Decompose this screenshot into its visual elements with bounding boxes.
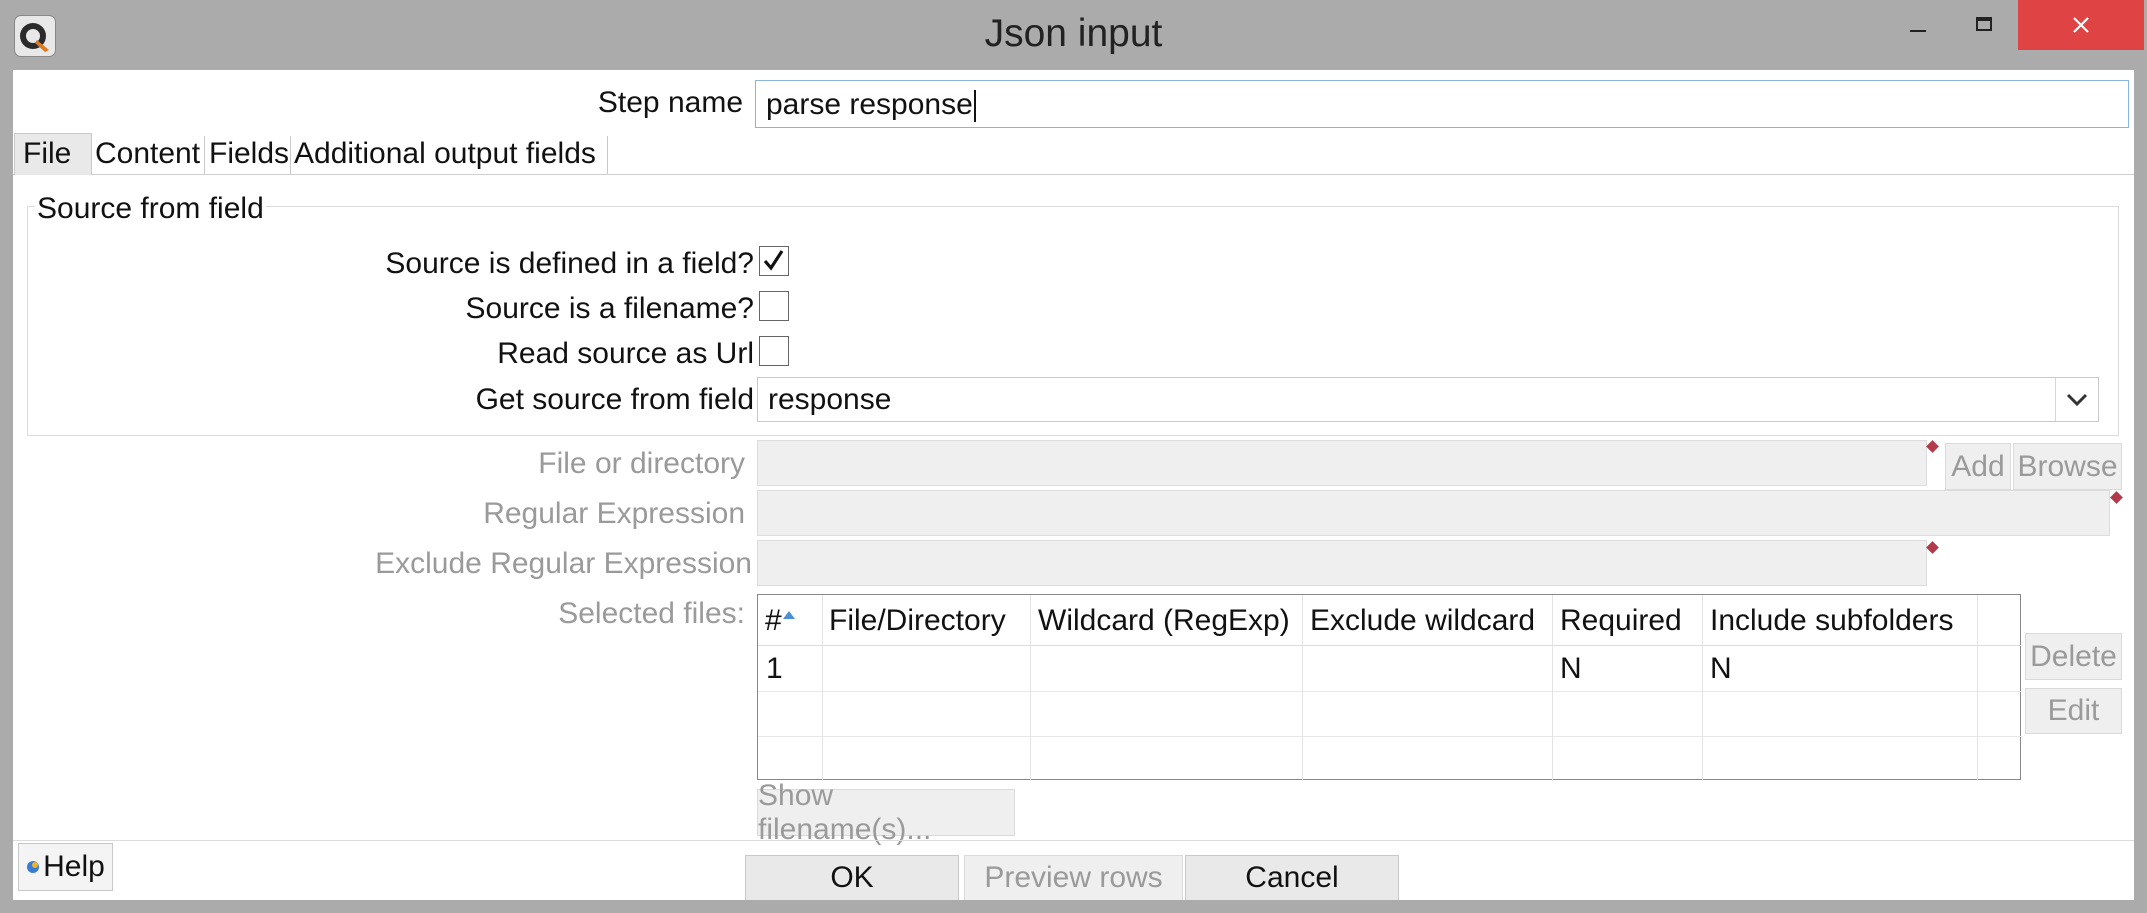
- delete-button[interactable]: Delete: [2025, 633, 2122, 680]
- table-cell-required[interactable]: N: [1560, 652, 1582, 686]
- browse-button[interactable]: Browse: [2013, 443, 2122, 490]
- cancel-button-label: Cancel: [1245, 861, 1339, 894]
- column-header-exclude-wildcard[interactable]: Exclude wildcard: [1310, 595, 1535, 645]
- get-source-field-label: Get source from field: [475, 383, 754, 416]
- add-button[interactable]: Add: [1945, 443, 2011, 490]
- file-or-directory-input[interactable]: [757, 440, 1927, 486]
- ok-button-label: OK: [830, 861, 874, 894]
- delete-button-label: Delete: [2030, 639, 2117, 673]
- tab-fields-label: Fields: [209, 137, 290, 170]
- edit-button[interactable]: Edit: [2025, 688, 2122, 734]
- read-as-url-label: Read source as Url: [497, 337, 754, 370]
- edit-button-label: Edit: [2047, 694, 2100, 727]
- column-divider: [1302, 595, 1303, 781]
- regex-input[interactable]: [757, 490, 2110, 536]
- tab-divider: [290, 136, 291, 174]
- window-title: Json input: [984, 12, 1163, 55]
- tab-content-label: Content: [95, 137, 201, 170]
- step-name-label: Step name: [597, 86, 743, 119]
- preview-rows-button[interactable]: Preview rows: [964, 855, 1183, 901]
- sort-ascending-icon: [783, 611, 795, 619]
- help-button[interactable]: Help: [18, 843, 113, 891]
- column-divider: [1552, 595, 1553, 781]
- help-button-label: Help: [43, 850, 105, 883]
- column-header-required[interactable]: Required: [1560, 595, 1682, 645]
- exclude-regex-input[interactable]: [757, 540, 1927, 586]
- show-filenames-label: Show filename(s)...: [758, 778, 932, 846]
- column-header-number[interactable]: #: [765, 595, 795, 645]
- column-divider: [1030, 595, 1031, 781]
- selected-files-table[interactable]: # File/Directory Wildcard (RegExp) Exclu…: [757, 594, 2022, 781]
- table-row-number[interactable]: 1: [766, 652, 783, 686]
- header-divider: [758, 645, 2022, 646]
- chevron-down-icon[interactable]: [2055, 378, 2098, 421]
- source-group-title: Source from field: [35, 192, 266, 226]
- source-is-filename-label: Source is a filename?: [465, 292, 755, 325]
- tab-content[interactable]: Content: [95, 133, 205, 179]
- text-cursor: [973, 90, 976, 123]
- column-header-file-directory[interactable]: File/Directory: [829, 595, 1006, 645]
- source-in-field-label: Source is defined in a field?: [385, 247, 754, 280]
- minimize-icon[interactable]: [1886, 0, 1950, 50]
- maximize-icon[interactable]: [1952, 0, 2016, 50]
- preview-rows-label: Preview rows: [984, 861, 1163, 894]
- step-name-input[interactable]: parse response: [755, 80, 2129, 128]
- ok-button[interactable]: OK: [745, 855, 959, 901]
- tab-additional-output-fields[interactable]: Additional output fields: [294, 133, 610, 179]
- tab-divider: [607, 136, 608, 174]
- get-source-field-select[interactable]: response: [757, 377, 2099, 422]
- column-divider: [1977, 595, 1978, 781]
- footer-divider: [13, 840, 2134, 841]
- step-name-value: parse response: [766, 88, 973, 121]
- get-source-field-value: response: [768, 383, 892, 416]
- file-or-directory-label: File or directory: [538, 447, 745, 480]
- exclude-regex-label: Exclude Regular Expression: [375, 547, 752, 580]
- tab-divider: [204, 136, 205, 174]
- tab-file[interactable]: File: [14, 133, 92, 175]
- add-button-label: Add: [1951, 449, 2005, 483]
- help-icon: [27, 861, 40, 873]
- selected-files-label: Selected files:: [558, 597, 745, 630]
- column-header-number-label: #: [765, 604, 782, 637]
- row-divider: [758, 691, 2022, 692]
- column-divider: [822, 595, 823, 781]
- cancel-button[interactable]: Cancel: [1185, 855, 1399, 901]
- regex-label: Regular Expression: [483, 497, 745, 530]
- checkmark-icon: [763, 250, 784, 271]
- tab-fields[interactable]: Fields: [209, 133, 293, 179]
- tab-file-label: File: [23, 137, 72, 170]
- window-frame-bottom: [0, 900, 2147, 913]
- close-icon[interactable]: [2018, 0, 2144, 50]
- read-as-url-checkbox[interactable]: [759, 336, 789, 366]
- browse-button-label: Browse: [2017, 449, 2118, 483]
- show-filenames-button[interactable]: Show filename(s)...: [757, 779, 1015, 846]
- column-divider: [1702, 595, 1703, 781]
- column-header-include-subfolders[interactable]: Include subfolders: [1710, 595, 1954, 645]
- column-header-wildcard[interactable]: Wildcard (RegExp): [1038, 595, 1290, 645]
- source-is-filename-checkbox[interactable]: [759, 291, 789, 321]
- table-cell-include-subfolders[interactable]: N: [1710, 652, 1732, 686]
- row-divider: [758, 736, 2022, 737]
- source-in-field-checkbox[interactable]: [759, 246, 789, 276]
- tab-additional-label: Additional output fields: [294, 137, 596, 170]
